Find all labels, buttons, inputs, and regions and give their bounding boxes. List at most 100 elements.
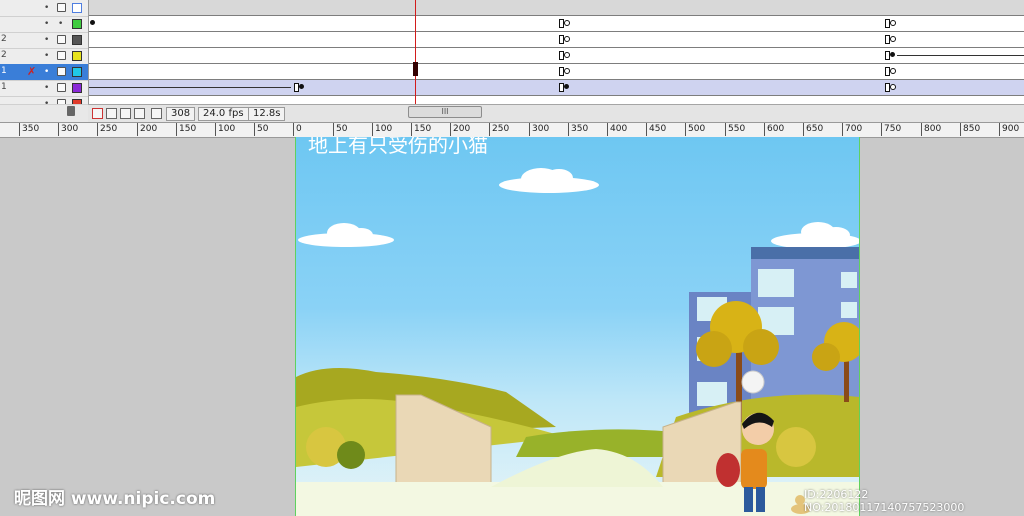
cloud [499,168,599,193]
layer-number: 1 [1,82,7,92]
keyframe[interactable] [90,20,95,25]
layer-row[interactable]: • • [0,16,88,33]
ruler-label: 350 [571,124,589,134]
onion-outline-icon[interactable] [120,108,131,119]
bush [776,427,816,467]
outline-swatch[interactable] [72,83,82,93]
frame-row[interactable] [89,16,1024,32]
outline-swatch[interactable] [72,19,82,29]
current-frame-field[interactable]: 308 [166,107,196,121]
visibility-dot-icon[interactable]: • [44,51,49,61]
onion-skin-icon[interactable] [106,108,117,119]
ruler-tick [489,123,490,136]
scene-illustration [296,168,859,516]
ruler-label: 800 [924,124,942,134]
visibility-dot-icon[interactable]: • [44,19,49,29]
modify-markers-icon[interactable] [151,108,162,119]
outline-swatch[interactable] [72,99,82,104]
frame-row[interactable] [89,64,1024,80]
tween-arrow [89,87,291,88]
elapsed-time-field: 12.8s [248,107,286,121]
frame-row[interactable] [89,0,1024,16]
ruler-tick [411,123,412,136]
ground [296,482,859,516]
ruler-label: 200 [140,124,158,134]
ruler-tick [137,123,138,136]
ruler-tick [764,123,765,136]
keyframe[interactable] [890,20,896,26]
playhead[interactable] [415,0,416,104]
keyframe[interactable] [564,68,570,74]
layer-row[interactable]: • [0,96,88,105]
ruler-tick [881,123,882,136]
visibility-dot-icon[interactable]: • [44,67,49,77]
ruler-tick [293,123,294,136]
layer-row[interactable]: 1 • [0,80,88,97]
frame-grid[interactable] [89,0,1024,105]
outline-swatch[interactable] [72,51,82,61]
outline-swatch[interactable] [72,67,82,77]
keyframe[interactable] [890,68,896,74]
ruler-label: 0 [296,124,302,134]
ruler-tick [803,123,804,136]
lock-icon[interactable] [57,67,66,76]
lock-dot-icon[interactable]: • [58,19,63,29]
frame-row[interactable] [89,32,1024,48]
timeline-panel: • • • 2 • 2 • 1 ✗ • 1 • • 308 24.0 fps 1… [0,0,1024,122]
keyframe[interactable] [890,36,896,42]
layer-row[interactable]: • [0,0,88,17]
pencil-x-icon[interactable]: ✗ [27,65,36,78]
keyframe[interactable] [890,84,896,90]
keyframe[interactable] [564,84,569,89]
visibility-dot-icon[interactable]: • [44,83,49,93]
edit-multiple-icon[interactable] [134,108,145,119]
center-frame-icon[interactable] [92,108,103,119]
stage-canvas[interactable]: 地上有只受伤的小猫 [295,137,860,516]
ruler-tick [646,123,647,136]
ruler-label: 750 [884,124,902,134]
lock-icon[interactable] [57,51,66,60]
visibility-dot-icon[interactable]: • [44,3,49,13]
ruler-label: 700 [845,124,863,134]
tween-arrow [897,55,1024,56]
layer-number: 2 [1,50,7,60]
ruler-tick [960,123,961,136]
layer-row[interactable]: 2 • [0,48,88,65]
ruler-tick [333,123,334,136]
ruler-label: 100 [375,124,393,134]
ruler-label: 50 [257,124,269,134]
lock-icon[interactable] [57,83,66,92]
ruler-tick [607,123,608,136]
ruler-tick [215,123,216,136]
layer-row[interactable]: 2 • [0,32,88,49]
ruler-label: 150 [179,124,197,134]
keyframe[interactable] [890,52,895,57]
trash-icon[interactable] [67,106,75,116]
visibility-dot-icon[interactable]: • [44,99,49,104]
frame-row[interactable] [89,80,1024,96]
lock-icon[interactable] [57,35,66,44]
layer-row-selected[interactable]: 1 ✗ • [0,64,88,81]
frame-row[interactable] [89,48,1024,64]
outline-swatch[interactable] [72,3,82,13]
frame-rate-field[interactable]: 24.0 fps [198,107,249,121]
ruler-label: 650 [806,124,824,134]
ruler-label: 400 [610,124,628,134]
ruler-label: 250 [492,124,510,134]
bush [337,441,365,469]
outline-swatch[interactable] [72,35,82,45]
cloud [771,222,859,249]
ruler-label: 200 [453,124,471,134]
ruler-label: 900 [1002,124,1020,134]
keyframe[interactable] [564,52,570,58]
ruler-tick [176,123,177,136]
lock-icon[interactable] [57,3,66,12]
visibility-dot-icon[interactable]: • [44,35,49,45]
keyframe[interactable] [564,20,570,26]
keyframe[interactable] [564,36,570,42]
ruler-label: 500 [688,124,706,134]
timeline-scrollbar[interactable]: III [408,106,482,118]
keyframe[interactable] [299,84,304,89]
lock-icon[interactable] [57,99,66,104]
ruler-tick [372,123,373,136]
